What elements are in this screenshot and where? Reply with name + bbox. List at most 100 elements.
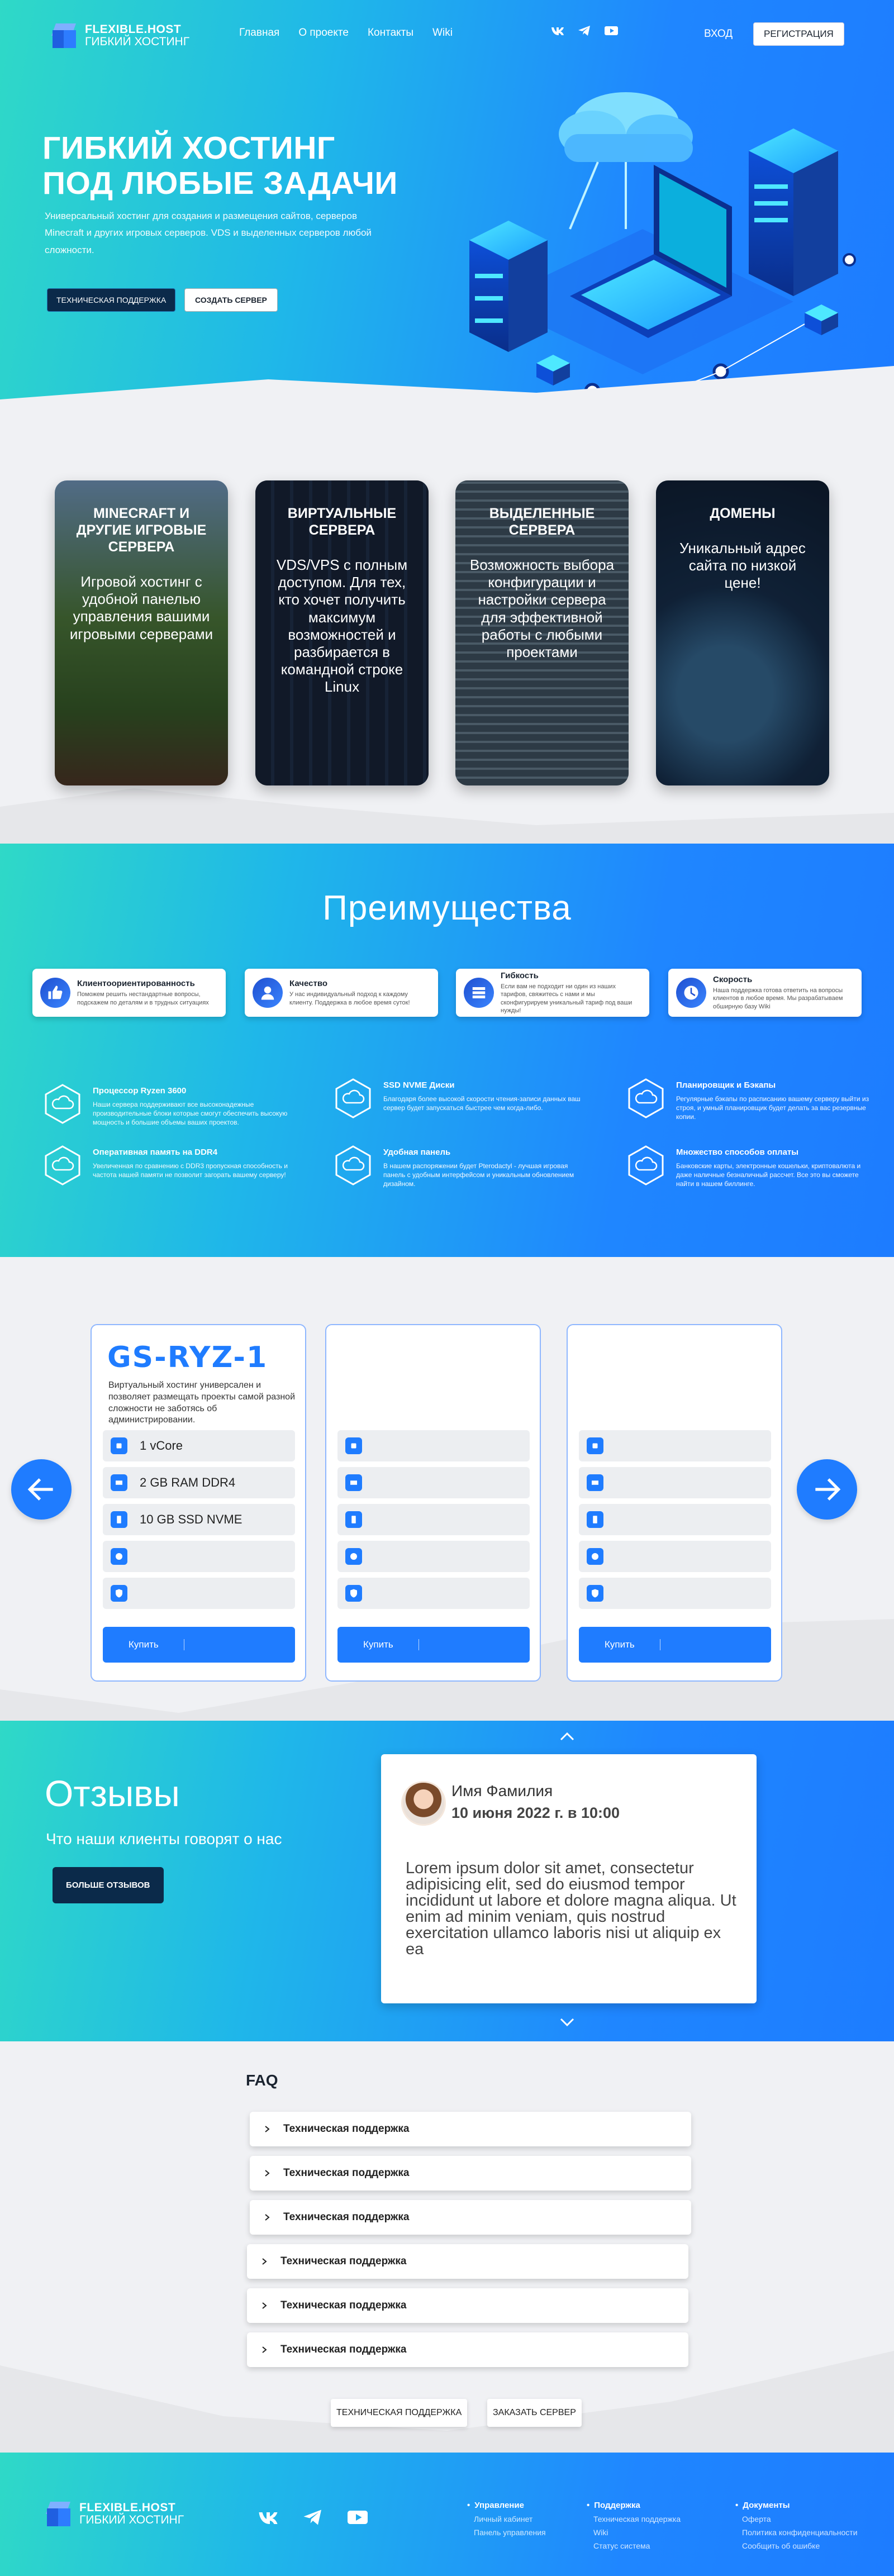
feature-tile-flexibility: Гибкость Если вам не подходит ни один из …	[456, 969, 649, 1017]
footer-link[interactable]: Статус система	[593, 2541, 681, 2550]
spec-title: Множество способов оплаты	[676, 1147, 799, 1157]
chevron-right-icon	[262, 2346, 267, 2353]
globe-icon	[111, 1548, 127, 1565]
buy-button[interactable]: Купить	[103, 1627, 295, 1663]
feature-title: Клиентоориентированность	[77, 979, 195, 989]
hero-support-button[interactable]: ТЕХНИЧЕСКАЯ ПОДДЕРЖКА	[47, 288, 176, 312]
login-link[interactable]: ВХОД	[704, 28, 733, 40]
thumbs-up-icon	[40, 978, 70, 1008]
nav-link-contacts[interactable]: Контакты	[368, 27, 413, 39]
reviews-title: Отзывы	[45, 1773, 180, 1814]
footer-link[interactable]: Wiki	[593, 2528, 681, 2537]
buy-button[interactable]: Купить	[579, 1627, 771, 1663]
support-agent-icon	[253, 978, 283, 1008]
cloud-hex-icon	[335, 1078, 371, 1118]
spec-title: Планировщик и Бэкапы	[676, 1080, 776, 1090]
logo-tagline: ГИБКИЙ ХОСТИНГ	[79, 2513, 184, 2526]
plans-prev-button[interactable]	[11, 1459, 72, 1520]
footer-socials	[257, 2508, 369, 2526]
footer-link[interactable]: Техническая поддержка	[593, 2515, 681, 2523]
footer-link[interactable]: Панель управления	[474, 2528, 546, 2537]
faq-item[interactable]: Техническая поддержка	[247, 2244, 688, 2279]
plan-feature-cpu	[579, 1430, 771, 1461]
advantages-title: Преимущества	[322, 889, 572, 927]
telegram-icon[interactable]	[577, 25, 592, 37]
plan-feature-cpu	[337, 1430, 530, 1461]
reviews-subtitle: Что наши клиенты говорят о нас	[46, 1830, 282, 1848]
footer-link[interactable]: Личный кабинет	[474, 2515, 546, 2523]
faq-title: FAQ	[246, 2072, 278, 2089]
plan-features: 1 vCore 2 GB RAM DDR4 10 GB SSD NVME	[103, 1430, 295, 1615]
plan-feature-disk	[579, 1504, 771, 1535]
plan-name: GS-RYZ-1	[107, 1341, 268, 1374]
plan-feature-disk	[337, 1504, 530, 1535]
faq-item[interactable]: Техническая поддержка	[250, 2156, 691, 2191]
register-button[interactable]: РЕГИСТРАЦИЯ	[753, 22, 844, 46]
telegram-icon[interactable]	[302, 2508, 324, 2526]
spec-text: Увеличенная по сравнению с DDR3 пропускн…	[93, 1162, 288, 1179]
cpu-icon	[345, 1437, 362, 1454]
feature-tile-client: Клиентоориентированность Поможем решить н…	[32, 969, 226, 1017]
feature-title: Скорость	[713, 975, 753, 985]
spec-payments: Множество способов оплаты Банковские карт…	[628, 1145, 874, 1189]
footer-heading: Управление	[467, 2501, 546, 2510]
logo[interactable]: FLEXIBLE.HOST ГИБКИЙ ХОСТИНГ	[50, 22, 189, 49]
vk-icon[interactable]	[257, 2508, 279, 2526]
feature-tile-speed: Скорость Наша поддержка готова ответить н…	[668, 969, 862, 1017]
review-author: Имя Фамилия	[451, 1782, 553, 1799]
service-card-vps[interactable]: ВИРТУАЛЬНЫЕ СЕРВЕРА VDS/VPS с полным дос…	[255, 480, 429, 785]
footer-logo[interactable]: FLEXIBLE.HOST ГИБКИЙ ХОСТИНГ	[45, 2501, 184, 2527]
faq-question: Техническая поддержка	[280, 2255, 407, 2267]
service-card-games[interactable]: MINECRAFT И ДРУГИЕ ИГРОВЫЕ СЕРВЕРА Игров…	[55, 480, 228, 785]
plan-feature-value: 10 GB SSD NVME	[140, 1512, 242, 1526]
nav-link-wiki[interactable]: Wiki	[432, 27, 453, 39]
spec-title: SSD NVME Диски	[383, 1080, 455, 1090]
service-card-text: Возможность выбора конфигурации и настро…	[469, 556, 615, 660]
youtube-icon[interactable]	[604, 25, 619, 37]
feature-text: Наша поддержка готова ответить на вопрос…	[713, 987, 843, 1010]
chevron-up-icon[interactable]	[559, 1731, 576, 1742]
plan-feature-ram	[337, 1467, 530, 1498]
footer-heading: Поддержка	[587, 2501, 681, 2510]
footer-link[interactable]: Политика конфиденциальности	[742, 2528, 858, 2537]
nav-link-about[interactable]: О проекте	[298, 27, 349, 39]
plan-feature-value: 1 vCore	[140, 1439, 183, 1453]
logo-name: FLEXIBLE.HOST	[79, 2501, 176, 2514]
chevron-down-icon[interactable]	[559, 2017, 576, 2028]
globe-icon	[345, 1548, 362, 1565]
main-nav: Главная О проекте Контакты Wiki	[239, 27, 453, 39]
buy-button[interactable]: Купить	[337, 1627, 530, 1663]
faq-question: Техническая поддержка	[280, 2299, 407, 2311]
nav-link-home[interactable]: Главная	[239, 27, 279, 39]
service-card-dedicated[interactable]: ВЫДЕЛЕННЫЕ СЕРВЕРА Возможность выбора ко…	[455, 480, 629, 785]
faq-item[interactable]: Техническая поддержка	[247, 2288, 688, 2323]
more-reviews-button[interactable]: БОЛЬШЕ ОТЗЫВОВ	[53, 1867, 164, 1903]
faq-item[interactable]: Техническая поддержка	[247, 2332, 688, 2367]
spec-text: Регулярные бэкапы по расписанию вашему с…	[676, 1095, 869, 1121]
faq-order-server-button[interactable]: ЗАКАЗАТЬ СЕРВЕР	[487, 2399, 582, 2427]
cloud-hex-icon	[628, 1078, 664, 1118]
plan-feature-ram	[579, 1467, 771, 1498]
chevron-right-icon	[265, 2126, 270, 2132]
isometric-server-illustration	[469, 92, 856, 411]
faq-support-button[interactable]: ТЕХНИЧЕСКАЯ ПОДДЕРЖКА	[331, 2399, 468, 2427]
ssd-icon	[111, 1511, 127, 1528]
chevron-right-icon	[265, 2170, 270, 2177]
logo-name: FLEXIBLE.HOST	[85, 22, 182, 36]
faq-item[interactable]: Техническая поддержка	[250, 2112, 691, 2146]
servers-icon	[464, 978, 494, 1008]
footer-link[interactable]: Сообщить об ошибке	[742, 2541, 858, 2550]
feature-title: Качество	[289, 979, 328, 989]
footer-link[interactable]: Оферта	[742, 2515, 858, 2523]
vk-icon[interactable]	[550, 25, 565, 37]
arrow-left-icon	[27, 1478, 53, 1501]
feature-tile-quality: Качество У нас индивидуальный подход к ка…	[245, 969, 438, 1017]
youtube-icon[interactable]	[346, 2508, 369, 2526]
plans-next-button[interactable]	[797, 1459, 857, 1520]
reviews-section: Отзывы Что наши клиенты говорят о нас БО…	[0, 1721, 894, 2041]
service-card-title: ВИРТУАЛЬНЫЕ СЕРВЕРА	[287, 506, 397, 538]
faq-item[interactable]: Техническая поддержка	[250, 2200, 691, 2235]
hero-create-server-button[interactable]: СОЗДАТЬ СЕРВЕР	[184, 288, 278, 312]
service-card-domains[interactable]: ДОМЕНЫ Уникальный адрес сайта по низкой …	[656, 480, 829, 785]
services-section: MINECRAFT И ДРУГИЕ ИГРОВЫЕ СЕРВЕРА Игров…	[0, 419, 894, 844]
